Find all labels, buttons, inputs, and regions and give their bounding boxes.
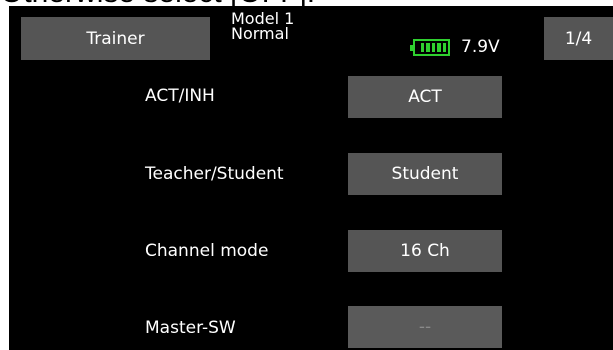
master-sw-button[interactable]: -- — [348, 306, 502, 348]
battery-icon — [410, 39, 450, 56]
battery-cell — [442, 43, 447, 52]
teacher-student-label: Teacher/Student — [145, 164, 284, 184]
act-inh-button[interactable]: ACT — [348, 76, 502, 118]
condition-name: Normal — [231, 24, 289, 43]
battery-cell — [431, 43, 436, 52]
model-info: Model 1 Normal — [231, 11, 294, 43]
teacher-student-button[interactable]: Student — [348, 153, 502, 195]
page-indicator-button[interactable]: 1/4 — [544, 17, 613, 60]
transmitter-screen: Trainer Model 1 Normal 7.9V 1/4 ACT/INH … — [9, 6, 613, 350]
battery-voltage: 7.9V — [461, 37, 500, 57]
canvas: Otherwise select [OFF]. Trainer Model 1 … — [0, 0, 613, 350]
channel-mode-button[interactable]: 16 Ch — [348, 230, 502, 272]
battery-cell — [426, 43, 430, 52]
master-sw-label: Master-SW — [145, 318, 236, 338]
battery-terminal — [410, 45, 413, 51]
channel-mode-label: Channel mode — [145, 241, 269, 261]
battery-cell — [421, 43, 425, 52]
trainer-menu-button[interactable]: Trainer — [21, 17, 210, 60]
battery-cell — [437, 43, 441, 52]
act-inh-label: ACT/INH — [145, 86, 215, 106]
